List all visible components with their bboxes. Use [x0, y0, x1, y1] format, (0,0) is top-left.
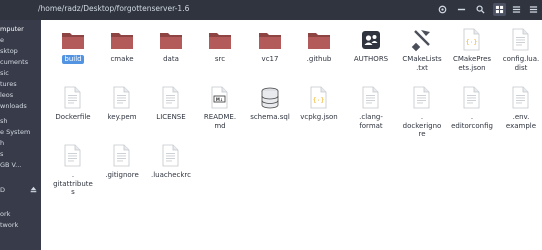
file-item-clang-format[interactable]: .clang- format: [345, 86, 397, 130]
folder-icon: [110, 28, 134, 52]
text-file-icon: [509, 86, 533, 110]
database-file-icon: [258, 86, 282, 110]
file-item-readme[interactable]: M↓ README. md: [194, 86, 246, 130]
list-view-icon[interactable]: [510, 3, 523, 16]
file-item-cmakelists[interactable]: CMakeLists .txt: [396, 28, 448, 72]
file-label: .env. example: [505, 113, 537, 130]
file-label: Dockerfile: [55, 113, 91, 121]
folder-icon: [159, 28, 183, 52]
file-label: LICENSE: [156, 113, 186, 121]
file-item-schema-sql[interactable]: schema.sql: [244, 86, 296, 122]
sidebar-item-downloads[interactable]: wnloads: [0, 102, 27, 110]
cmake-file-icon: [410, 28, 434, 52]
sidebar-item-documents[interactable]: cuments: [0, 58, 28, 66]
file-label: cmake: [110, 55, 134, 63]
zoom-out-icon[interactable]: [455, 3, 468, 16]
eject-icon[interactable]: [30, 186, 37, 195]
sidebar-item-s[interactable]: s: [0, 150, 3, 158]
text-file-icon: [61, 86, 85, 110]
sidebar-item-path[interactable]: h: [0, 139, 4, 147]
folder-icon: [61, 28, 85, 52]
svg-text:{·}: {·}: [466, 38, 478, 46]
file-item-src[interactable]: src: [194, 28, 246, 64]
file-view: build cmake data src vc17 .github AUTHOR…: [41, 20, 542, 250]
text-file-icon: [159, 144, 183, 168]
file-item-cmakepresets[interactable]: {·} CMakePres ets.json: [446, 28, 498, 72]
text-file-icon: [110, 144, 134, 168]
icon-view-icon[interactable]: [493, 3, 506, 16]
sidebar-item-pictures[interactable]: tures: [0, 80, 17, 88]
file-label: src: [214, 55, 226, 63]
file-item-luacheckrc[interactable]: .luacheckrc: [145, 144, 197, 180]
file-item-editorconfig[interactable]: . editorconfig: [446, 86, 498, 130]
text-file-icon: [460, 86, 484, 110]
file-label: .gitignore: [105, 171, 139, 179]
json-file-icon: {·}: [307, 86, 331, 110]
file-label: schema.sql: [250, 113, 290, 121]
location-path[interactable]: /home/radz/Desktop/forgottenserver-1.6: [38, 4, 189, 13]
file-label: .github: [306, 55, 332, 63]
sidebar-item-network[interactable]: ork: [0, 210, 10, 218]
file-item-gitattributes[interactable]: . gitattribute s: [47, 144, 99, 197]
file-label: vcpkg.json: [300, 113, 338, 121]
search-icon[interactable]: [474, 3, 487, 16]
sidebar-item-videos[interactable]: leos: [0, 91, 13, 99]
text-file-icon: [159, 86, 183, 110]
file-item-github[interactable]: .github: [293, 28, 345, 64]
file-item-license[interactable]: LICENSE: [145, 86, 197, 122]
file-item-authors[interactable]: AUTHORS: [345, 28, 397, 64]
folder-icon: [208, 28, 232, 52]
text-file-icon: [110, 86, 134, 110]
file-label: AUTHORS: [353, 55, 389, 63]
sidebar-heading-computer: mputer: [0, 25, 24, 33]
file-item-data[interactable]: data: [145, 28, 197, 64]
file-item-cmake[interactable]: cmake: [96, 28, 148, 64]
markdown-file-icon: M↓: [208, 86, 232, 110]
file-label: README. md: [203, 113, 237, 130]
file-label: . gitattribute s: [53, 171, 93, 196]
svg-text:{·}: {·}: [313, 96, 325, 104]
authors-icon: [359, 28, 383, 52]
view-options-icon[interactable]: [436, 3, 449, 16]
menu-icon[interactable]: [527, 3, 540, 16]
file-label: CMakePres ets.json: [452, 55, 492, 72]
file-label: key.pem: [107, 113, 137, 121]
file-item-env-example[interactable]: .env. example: [495, 86, 542, 130]
sidebar-item-volume[interactable]: GB V...: [0, 161, 21, 169]
sidebar-item-music[interactable]: sic: [0, 69, 9, 77]
file-item-vcpkg-json[interactable]: {·} vcpkg.json: [293, 86, 345, 122]
file-item-dockerfile[interactable]: Dockerfile: [47, 86, 99, 122]
text-file-icon: [61, 144, 85, 168]
file-label: build: [62, 55, 84, 64]
file-label: config.lua. dist: [502, 55, 540, 72]
sidebar-item-file-system[interactable]: e System: [0, 128, 30, 136]
text-file-icon: [509, 28, 533, 52]
file-label: . dockerigno re: [402, 113, 442, 138]
sidebar-item-drive[interactable]: D: [0, 186, 5, 194]
file-label: . editorconfig: [451, 113, 493, 130]
folder-icon: [307, 28, 331, 52]
file-label: CMakeLists .txt: [402, 55, 442, 72]
sidebar-item-home[interactable]: e: [0, 36, 4, 44]
sidebar-item-desktop[interactable]: sktop: [0, 47, 18, 55]
toolbar: /home/radz/Desktop/forgottenserver-1.6: [0, 0, 542, 20]
file-label: vc17: [261, 55, 279, 63]
svg-text:M↓: M↓: [216, 97, 223, 102]
file-item-build[interactable]: build: [47, 28, 99, 64]
sidebar-item-trash[interactable]: sh: [0, 117, 8, 125]
json-file-icon: {·}: [460, 28, 484, 52]
folder-icon: [258, 28, 282, 52]
file-label: .luacheckrc: [151, 171, 191, 179]
sidebar-item-browse-network[interactable]: twork: [0, 221, 18, 229]
text-file-icon: [359, 86, 383, 110]
file-item-key-pem[interactable]: key.pem: [96, 86, 148, 122]
file-item-vc17[interactable]: vc17: [244, 28, 296, 64]
sidebar: mputer e sktop cuments sic tures leos wn…: [0, 20, 41, 250]
file-label: .clang- format: [359, 113, 383, 130]
file-item-config-lua-dist[interactable]: config.lua. dist: [495, 28, 542, 72]
file-label: data: [163, 55, 179, 63]
text-file-icon: [410, 86, 434, 110]
file-item-gitignore[interactable]: .gitignore: [96, 144, 148, 180]
file-item-dockerignore[interactable]: . dockerigno re: [396, 86, 448, 139]
